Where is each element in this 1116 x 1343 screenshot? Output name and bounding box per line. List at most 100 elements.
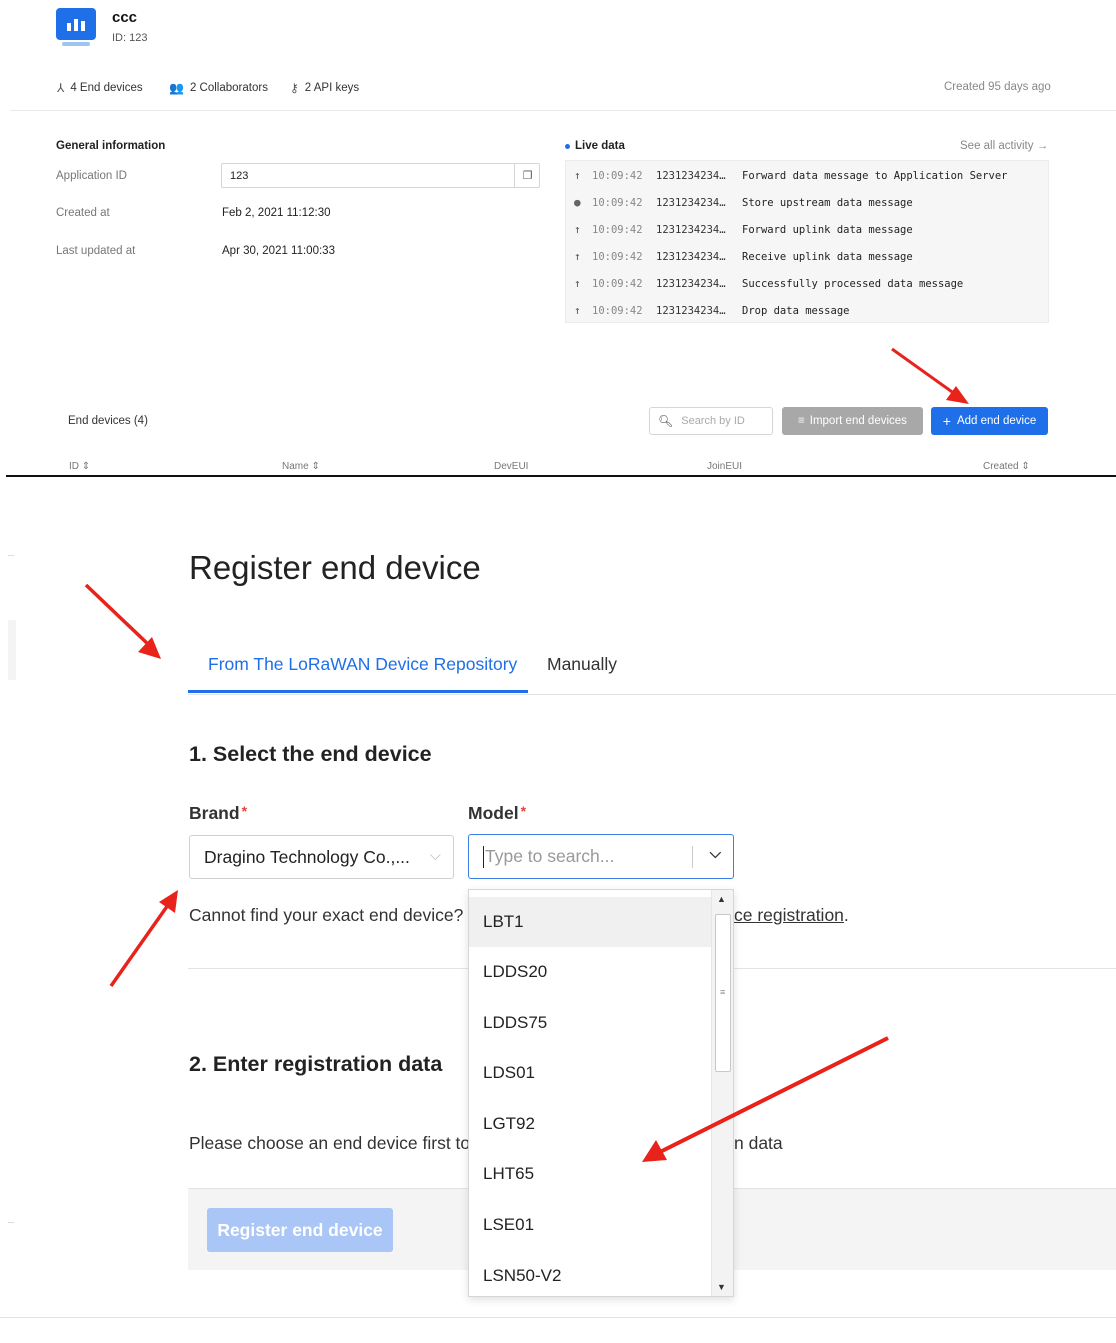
model-option[interactable]: LSE01 [469,1200,712,1250]
arrow-up-icon: ↑ [574,250,581,263]
import-list-icon: ≡ [798,415,805,427]
event-row[interactable]: ↑ 10:09:42 1231234234… Successfully proc… [574,277,963,290]
brand-select[interactable]: Dragino Technology Co.,... ⌵ [189,835,454,879]
divider [0,1317,1116,1318]
application-id-line: ID: 123 [112,32,148,44]
end-devices-count: 4 End devices [70,82,143,94]
scrollbar-thumb[interactable]: ≡ [715,914,731,1072]
model-option[interactable]: LSN50-V2 [469,1251,712,1296]
tab-device-repository[interactable]: From The LoRaWAN Device Repository [208,654,517,675]
event-time: 10:09:42 [592,223,643,236]
created-at-label: Created at [56,207,110,219]
model-option[interactable]: LDDS75 [469,998,712,1048]
event-row[interactable]: ● 10:09:42 1231234234… Store upstream da… [574,196,913,209]
live-indicator-dot [565,143,570,149]
add-end-device-button[interactable]: + Add end device [931,407,1048,435]
choose-device-message: Please choose an end device first to [189,1133,471,1153]
chevron-down-icon[interactable]: ⌵ [710,845,721,862]
page-title: Register end device [189,549,481,586]
arrow-up-icon: ↑ [574,223,581,236]
chevron-down-icon: ⌵ [429,847,441,864]
model-option[interactable]: LBT1 [469,897,712,947]
event-device: 1231234234… [656,277,726,290]
application-id-field[interactable]: 123 [221,163,540,188]
event-message: Receive uplink data message [742,250,913,263]
event-time: 10:09:42 [592,277,643,290]
live-data-label: Live data [575,140,625,152]
see-all-activity-link[interactable]: See all activity → [960,140,1048,152]
cannot-find-hint: Cannot find your exact end device? [189,905,464,925]
model-search-input[interactable]: Type to search... ⌵ [468,834,734,879]
copy-button[interactable]: ❐ [514,163,540,188]
arrow-up-icon: ↑ [574,277,581,290]
collaborators-stat[interactable]: 👥 2 Collaborators [169,81,268,95]
annotation-arrow [109,890,178,988]
api-keys-count: 2 API keys [304,82,360,94]
choose-device-message-end: n data [734,1133,783,1153]
required-marker: * [241,803,248,819]
model-dropdown: LBT1 LDDS20 LDDS75 LDS01 LGT92 LHT65 LSE… [468,889,734,1297]
device-network-icon: ⅄ [57,81,65,95]
application-icon [56,8,96,46]
event-row[interactable]: ↑ 10:09:42 1231234234… Forward data mess… [574,169,1008,182]
manual-registration-hint: ce registration. [734,905,849,925]
application-id-label: Application ID [56,170,127,182]
event-message: Drop data message [742,304,850,317]
register-end-device-button[interactable]: Register end device [207,1208,393,1252]
people-icon: 👥 [169,81,184,95]
model-option[interactable]: LDDS20 [469,947,712,997]
event-time: 10:09:42 [592,304,643,317]
sidebar-edge [8,620,16,680]
sort-icon: ⇕ [1021,461,1030,472]
manual-registration-link[interactable]: ce registration [734,905,844,925]
copy-icon: ❐ [522,170,533,182]
info-icon: ● [574,196,581,209]
divider [8,1222,14,1223]
event-row[interactable]: ↑ 10:09:42 1231234234… Forward uplink da… [574,223,913,236]
event-time: 10:09:42 [592,196,643,209]
scroll-down-icon[interactable]: ▼ [717,1282,726,1292]
event-device: 1231234234… [656,169,726,182]
live-data-title: Live data [565,140,625,152]
event-time: 10:09:42 [592,169,643,182]
live-data-list: ↑ 10:09:42 1231234234… Forward data mess… [565,160,1049,323]
tab-manually[interactable]: Manually [547,654,617,675]
arrow-up-icon: ↑ [574,169,581,182]
api-keys-stat[interactable]: ⚷ 2 API keys [290,81,359,95]
search-placeholder: Search by ID [681,415,745,427]
page-footer: ... [55,1333,69,1343]
event-device: 1231234234… [656,223,726,236]
screenshot-divider [6,475,1116,477]
created-ago: Created 95 days ago [944,81,1051,93]
event-message: Store upstream data message [742,196,913,209]
event-device: 1231234234… [656,304,726,317]
model-option[interactable]: LGT92 [469,1099,712,1149]
step-1-heading: 1. Select the end device [189,742,432,766]
sort-icon: ⇕ [311,461,320,472]
model-label: Model * [468,803,527,823]
end-devices-stat[interactable]: ⅄ 4 End devices [57,81,143,95]
annotation-arrow [84,583,161,659]
last-updated-value: Apr 30, 2021 11:00:33 [222,245,335,257]
last-updated-label: Last updated at [56,245,136,257]
event-row[interactable]: ↑ 10:09:42 1231234234… Drop data message [574,304,849,317]
required-marker: * [520,803,527,819]
select-separator [692,846,693,868]
import-end-devices-button[interactable]: ≡ Import end devices [782,407,923,435]
event-row[interactable]: ↑ 10:09:42 1231234234… Receive uplink da… [574,250,913,263]
general-information-title: General information [56,140,166,152]
scroll-up-icon[interactable]: ▲ [717,894,726,904]
application-name: ccc [112,9,138,26]
tab-divider [188,694,1116,695]
active-tab-indicator [188,690,528,693]
arrow-up-icon: ↑ [574,304,581,317]
column-header-created[interactable]: Created ⇕ [983,461,1030,472]
key-icon: ⚷ [290,81,299,95]
column-header-name[interactable]: Name ⇕ [282,461,320,472]
column-header-id[interactable]: ID ⇕ [69,461,90,472]
model-option[interactable]: LHT65 [469,1149,712,1199]
model-option[interactable]: LDS01 [469,1048,712,1098]
import-label: Import end devices [809,415,907,427]
dropdown-scrollbar[interactable]: ▲ ≡ ▼ [711,890,733,1296]
search-input[interactable]: 🔍︎ Search by ID [649,407,773,435]
